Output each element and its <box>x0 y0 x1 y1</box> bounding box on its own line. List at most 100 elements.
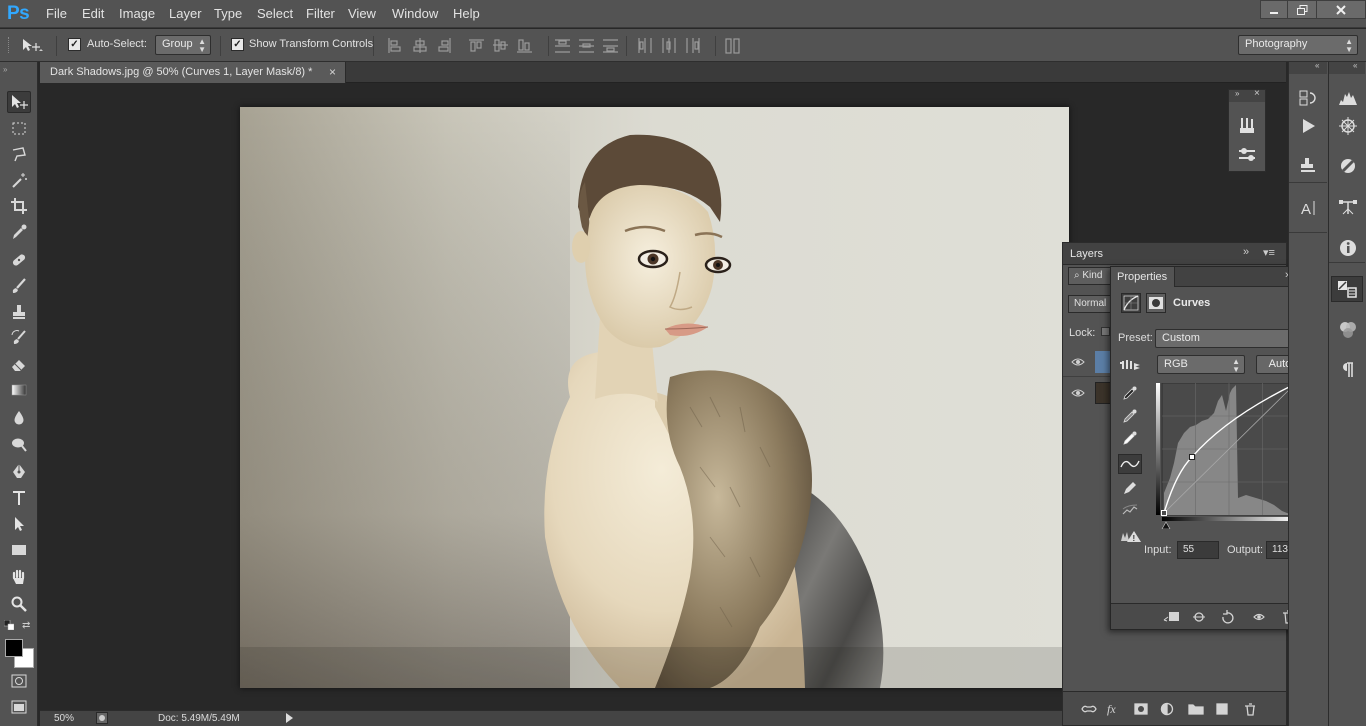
photoshop-logo: Ps <box>7 3 30 24</box>
menu-type[interactable]: Type <box>214 6 242 21</box>
brush-presets-button[interactable] <box>1237 116 1259 136</box>
clone-stamp-tool[interactable] <box>7 301 31 323</box>
minimize-button[interactable] <box>1260 0 1288 19</box>
on-image-adjust-tool[interactable] <box>1119 357 1141 373</box>
divider <box>220 36 221 56</box>
pen-tool[interactable] <box>7 461 31 483</box>
layer-row-background[interactable] <box>1063 378 1111 408</box>
expand-icon[interactable]: « <box>1315 61 1319 70</box>
path-selection-tool[interactable] <box>7 513 31 535</box>
layer-row-curves[interactable] <box>1063 347 1111 377</box>
navigator-panel-button[interactable] <box>1335 114 1361 138</box>
expand-icon[interactable]: » <box>1235 89 1239 98</box>
crop-tool[interactable] <box>7 195 31 217</box>
collapse-tools-icon[interactable]: » <box>3 65 7 74</box>
sample-black-eyedropper[interactable] <box>1122 385 1138 401</box>
menu-select[interactable]: Select <box>257 6 293 21</box>
channel-dropdown[interactable]: RGB ▲ ▼ <box>1157 355 1245 374</box>
zoom-tool[interactable] <box>7 593 31 615</box>
info-panel-button[interactable] <box>1335 236 1361 260</box>
adjustments-panel-button[interactable] <box>1331 276 1363 302</box>
panel-menu-icon[interactable]: ▾≡ <box>1263 246 1275 259</box>
close-window-button[interactable] <box>1316 0 1366 19</box>
default-colors-icon[interactable] <box>4 620 14 630</box>
tool-preset-picker[interactable] <box>20 37 44 53</box>
expand-icon[interactable]: » <box>1243 246 1249 258</box>
menu-image[interactable]: Image <box>119 6 155 21</box>
preset-dropdown[interactable]: Custom ▲▼ <box>1155 329 1303 348</box>
clone-source-panel-button[interactable] <box>1295 154 1321 178</box>
screen-mode-button[interactable] <box>11 700 27 714</box>
foreground-color-swatch[interactable] <box>5 639 23 657</box>
sample-white-eyedropper[interactable] <box>1122 430 1138 446</box>
character-panel-button[interactable]: A <box>1295 196 1321 220</box>
document-canvas[interactable] <box>240 107 1069 688</box>
status-menu-arrow-icon[interactable] <box>285 713 293 723</box>
menu-file[interactable]: File <box>46 6 67 21</box>
magic-wand-tool[interactable] <box>7 169 31 191</box>
workspace-dropdown[interactable]: Photography ▲ ▼ <box>1238 35 1358 55</box>
lock-transparency-icon[interactable] <box>1101 327 1110 336</box>
draw-curve-tool[interactable] <box>1122 480 1138 496</box>
layers-footer-icons[interactable]: fx <box>1081 702 1277 716</box>
auto-select-checkbox[interactable]: ✓ <box>68 38 81 51</box>
gradient-tool[interactable] <box>7 379 31 401</box>
close-document-icon[interactable]: × <box>329 65 336 79</box>
visibility-eye-icon[interactable] <box>1071 357 1085 367</box>
menu-filter[interactable]: Filter <box>306 6 335 21</box>
status-info-button[interactable] <box>96 712 108 724</box>
layers-tab[interactable]: Layers <box>1070 248 1103 260</box>
align-distribute-icons[interactable] <box>386 37 762 55</box>
eraser-tool[interactable] <box>7 353 31 375</box>
close-icon[interactable]: × <box>1254 88 1260 99</box>
menu-edit[interactable]: Edit <box>82 6 104 21</box>
marquee-tool[interactable] <box>7 117 31 139</box>
rectangle-tool[interactable] <box>7 539 31 561</box>
restore-button[interactable] <box>1287 0 1317 19</box>
layer-mask-icon[interactable] <box>1146 293 1166 313</box>
properties-tab[interactable]: Properties <box>1111 267 1175 287</box>
blur-tool[interactable] <box>7 407 31 429</box>
sample-gray-eyedropper[interactable] <box>1122 408 1138 424</box>
history-brush-tool[interactable] <box>7 327 31 349</box>
paths-panel-button[interactable] <box>1335 196 1361 220</box>
edit-points-tool[interactable] <box>1118 454 1142 474</box>
quick-mask-button[interactable] <box>11 674 27 688</box>
curves-adjustment-icon[interactable] <box>1121 293 1141 313</box>
zoom-icon <box>11 596 27 612</box>
menu-layer[interactable]: Layer <box>169 6 202 21</box>
blur-icon <box>14 411 24 425</box>
layer-filter-kind[interactable]: ⌕ Kind <box>1068 267 1116 285</box>
blend-mode-dropdown[interactable]: Normal <box>1068 295 1114 313</box>
type-tool[interactable] <box>7 487 31 509</box>
auto-select-dropdown[interactable]: Group ▲ ▼ <box>155 35 211 55</box>
brush-panel-button[interactable] <box>1237 146 1259 164</box>
hand-tool[interactable] <box>7 567 31 589</box>
menu-view[interactable]: View <box>348 6 376 21</box>
visibility-eye-icon[interactable] <box>1071 388 1085 398</box>
menu-help[interactable]: Help <box>453 6 480 21</box>
clipping-warning-button[interactable]: ! <box>1120 529 1142 543</box>
divider <box>373 36 374 56</box>
paragraph-panel-button[interactable] <box>1335 358 1361 382</box>
histogram-panel-button[interactable] <box>1335 86 1361 110</box>
menu-window[interactable]: Window <box>392 6 438 21</box>
channels-panel-button[interactable] <box>1335 318 1361 342</box>
eyedropper-tool[interactable] <box>7 221 31 243</box>
document-tab[interactable]: Dark Shadows.jpg @ 50% (Curves 1, Layer … <box>40 62 346 83</box>
color-panel-button[interactable] <box>1335 154 1361 178</box>
swap-colors-icon[interactable]: ⇄ <box>22 620 30 631</box>
input-value-field[interactable]: 55 <box>1177 541 1219 559</box>
brush-tool[interactable] <box>7 275 31 297</box>
expand-icon[interactable]: « <box>1353 61 1357 70</box>
curves-graph[interactable] <box>1156 383 1298 529</box>
dodge-tool[interactable] <box>7 433 31 455</box>
move-tool[interactable] <box>7 91 31 113</box>
show-transform-checkbox[interactable]: ✓ <box>231 38 244 51</box>
actions-panel-button[interactable] <box>1295 114 1321 138</box>
zoom-level[interactable]: 50% <box>54 713 74 724</box>
history-panel-button[interactable] <box>1295 86 1321 110</box>
smooth-curve-tool[interactable] <box>1122 502 1138 518</box>
lasso-tool[interactable] <box>7 143 31 165</box>
healing-brush-tool[interactable] <box>7 249 31 271</box>
